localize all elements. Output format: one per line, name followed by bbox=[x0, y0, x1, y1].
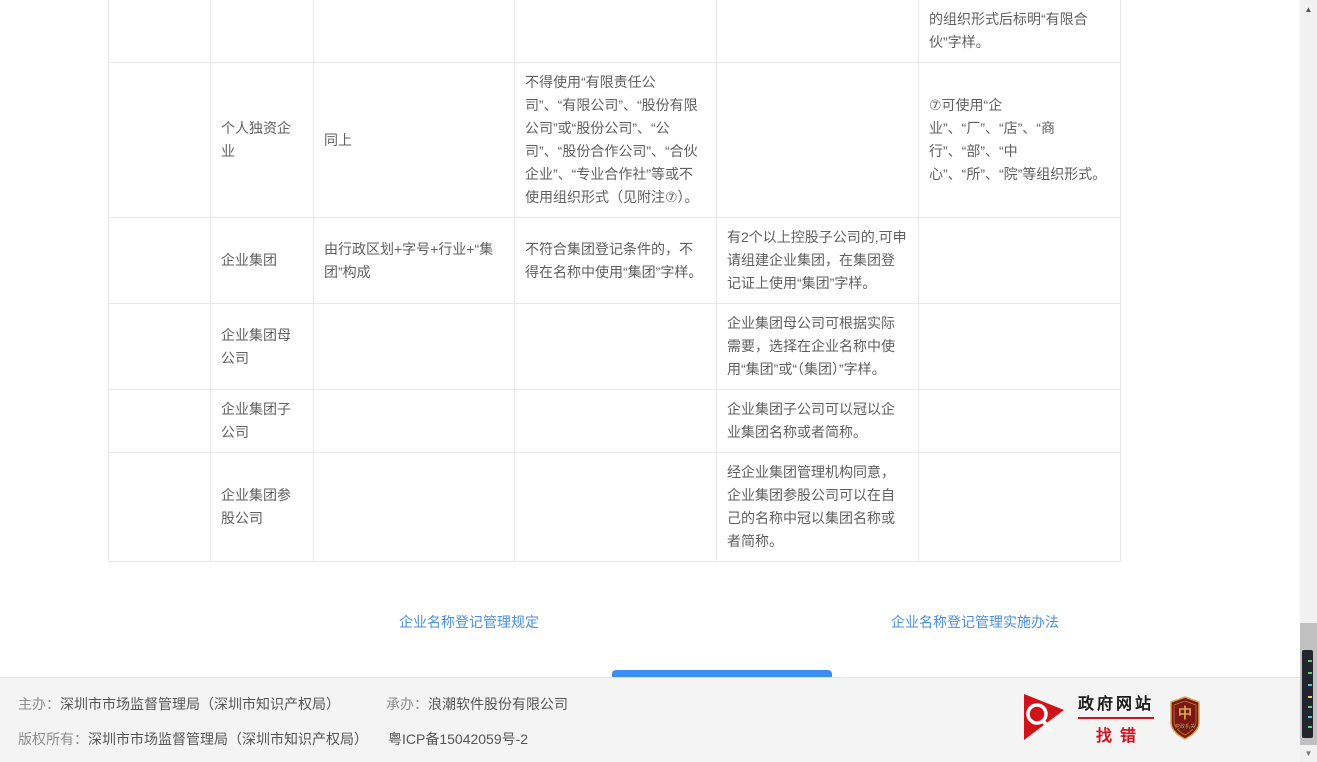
table-cell bbox=[314, 0, 515, 63]
table-cell: 不符合集团登记条件的，不得在名称中使用“集团”字样。 bbox=[515, 218, 717, 304]
table-cell: 同上 bbox=[314, 63, 515, 218]
table-cell bbox=[314, 304, 515, 390]
footer-line-1: 主办：深圳市市场监督管理局（深圳市知识产权局） 承办：浪潮软件股份有限公司 bbox=[18, 694, 568, 714]
table-cell-entity-type: 企业集团参股公司 bbox=[211, 453, 314, 562]
error-badge-title: 政府网站 bbox=[1078, 690, 1154, 714]
footer-badges: 政府网站 找错 中 党政机关 bbox=[1020, 690, 1200, 746]
table-cell-entity-type: 企业集团子公司 bbox=[211, 390, 314, 453]
table-cell bbox=[109, 63, 211, 218]
footer-line-2: 版权所有：深圳市市场监督管理局（深圳市知识产权局） 粤ICP备15042059号-… bbox=[18, 729, 528, 749]
regulation-link-left-wrap: 企业名称登记管理规定 bbox=[216, 612, 722, 632]
table-cell bbox=[919, 453, 1121, 562]
table-cell: 由行政区划+字号+行业+“集团”构成 bbox=[314, 218, 515, 304]
table-cell bbox=[314, 390, 515, 453]
table-cell bbox=[109, 0, 211, 63]
table-cell-entity-type: 企业集团 bbox=[211, 218, 314, 304]
table-cell bbox=[919, 218, 1121, 304]
icp-number: 粤ICP备15042059号-2 bbox=[388, 731, 528, 747]
table-row: 个人独资企业 同上 不得使用“有限责任公司”、“有限公司”、“股份有限公司”或“… bbox=[109, 63, 1121, 218]
table-cell bbox=[314, 453, 515, 562]
scrollbar-dark-marker-widget bbox=[1302, 650, 1313, 738]
table-cell: 企业集团母公司可根据实际需要，选择在企业名称中使用“集团”或“（集团）”字样。 bbox=[717, 304, 919, 390]
table-cell: 企业集团子公司可以冠以企业集团名称或者简称。 bbox=[717, 390, 919, 453]
table-cell: ⑦可使用“企业”、“厂”、“店”、“商行”、“部”、“中心”、“所”、“院”等组… bbox=[919, 63, 1121, 218]
table-cell bbox=[515, 453, 717, 562]
table-cell bbox=[919, 390, 1121, 453]
table-row: 企业集团参股公司 经企业集团管理机构同意，企业集团参股公司可以在自己的名称中冠以… bbox=[109, 453, 1121, 562]
shield-badge-label: 党政机关 bbox=[1175, 723, 1195, 730]
table-cell bbox=[109, 304, 211, 390]
table-row: 企业集团 由行政区划+字号+行业+“集团”构成 不符合集团登记条件的，不得在名称… bbox=[109, 218, 1121, 304]
table-cell bbox=[717, 0, 919, 63]
regulation-link-right-wrap: 企业名称登记管理实施办法 bbox=[722, 612, 1228, 632]
table-cell bbox=[515, 390, 717, 453]
link-enterprise-name-implementation-measures[interactable]: 企业名称登记管理实施办法 bbox=[891, 614, 1059, 630]
table-cell bbox=[515, 304, 717, 390]
undertaker-value: 浪潮软件股份有限公司 bbox=[428, 696, 568, 712]
gov-agency-shield-badge-icon[interactable]: 中 党政机关 bbox=[1170, 696, 1200, 740]
gov-site-error-report-badge[interactable]: 政府网站 找错 bbox=[1020, 690, 1154, 746]
link-enterprise-name-regulation[interactable]: 企业名称登记管理规定 bbox=[399, 614, 539, 630]
enterprise-name-rules-table: 的组织形式后标明“有限合伙”字样。 个人独资企业 同上 不得使用“有限责任公司”… bbox=[108, 0, 1121, 562]
regulation-links: 企业名称登记管理规定 企业名称登记管理实施办法 bbox=[216, 612, 1228, 632]
table-row: 企业集团母公司 企业集团母公司可根据实际需要，选择在企业名称中使用“集团”或“（… bbox=[109, 304, 1121, 390]
content-area: 的组织形式后标明“有限合伙”字样。 个人独资企业 同上 不得使用“有限责任公司”… bbox=[0, 0, 1120, 702]
table-cell bbox=[211, 0, 314, 63]
table-cell: 不得使用“有限责任公司”、“有限公司”、“股份有限公司”或“股份公司”、“公司”… bbox=[515, 63, 717, 218]
organizer-label: 主办： bbox=[18, 696, 60, 712]
table-cell: 有2个以上控股子公司的,可申请组建企业集团，在集团登记证上使用“集团”字样。 bbox=[717, 218, 919, 304]
error-report-magnifier-icon bbox=[1020, 692, 1068, 745]
table-cell bbox=[109, 218, 211, 304]
table-row: 的组织形式后标明“有限合伙”字样。 bbox=[109, 0, 1121, 63]
scrollbar-up-arrow-icon[interactable]: ▲ bbox=[1300, 2, 1317, 16]
table-cell bbox=[109, 390, 211, 453]
organizer-value: 深圳市市场监督管理局（深圳市知识产权局） bbox=[60, 696, 340, 712]
table-cell bbox=[919, 304, 1121, 390]
svg-text:中: 中 bbox=[1178, 705, 1192, 721]
copyright-value: 深圳市市场监督管理局（深圳市知识产权局） bbox=[88, 731, 368, 747]
page: 的组织形式后标明“有限合伙”字样。 个人独资企业 同上 不得使用“有限责任公司”… bbox=[0, 0, 1300, 762]
table-cell-entity-type: 个人独资企业 bbox=[211, 63, 314, 218]
table-cell bbox=[109, 453, 211, 562]
error-badge-divider bbox=[1078, 717, 1154, 719]
footer: 主办：深圳市市场监督管理局（深圳市知识产权局）承办：浪潮软件股份有限公司 版权所… bbox=[0, 677, 1300, 762]
table-cell bbox=[717, 63, 919, 218]
copyright-label: 版权所有： bbox=[18, 731, 88, 747]
table-cell: 经企业集团管理机构同意，企业集团参股公司可以在自己的名称中冠以集团名称或者简称。 bbox=[717, 453, 919, 562]
vertical-scrollbar[interactable]: ▲ ▼ bbox=[1300, 0, 1317, 762]
error-badge-subtitle: 找错 bbox=[1088, 722, 1144, 746]
table-cell bbox=[515, 0, 717, 63]
table-row: 企业集团子公司 企业集团子公司可以冠以企业集团名称或者简称。 bbox=[109, 390, 1121, 453]
table-cell: 的组织形式后标明“有限合伙”字样。 bbox=[919, 0, 1121, 63]
scrollbar-down-arrow-icon[interactable]: ▼ bbox=[1300, 746, 1317, 760]
table-cell-entity-type: 企业集团母公司 bbox=[211, 304, 314, 390]
error-badge-text: 政府网站 找错 bbox=[1078, 690, 1154, 746]
undertaker-label: 承办： bbox=[386, 696, 428, 712]
